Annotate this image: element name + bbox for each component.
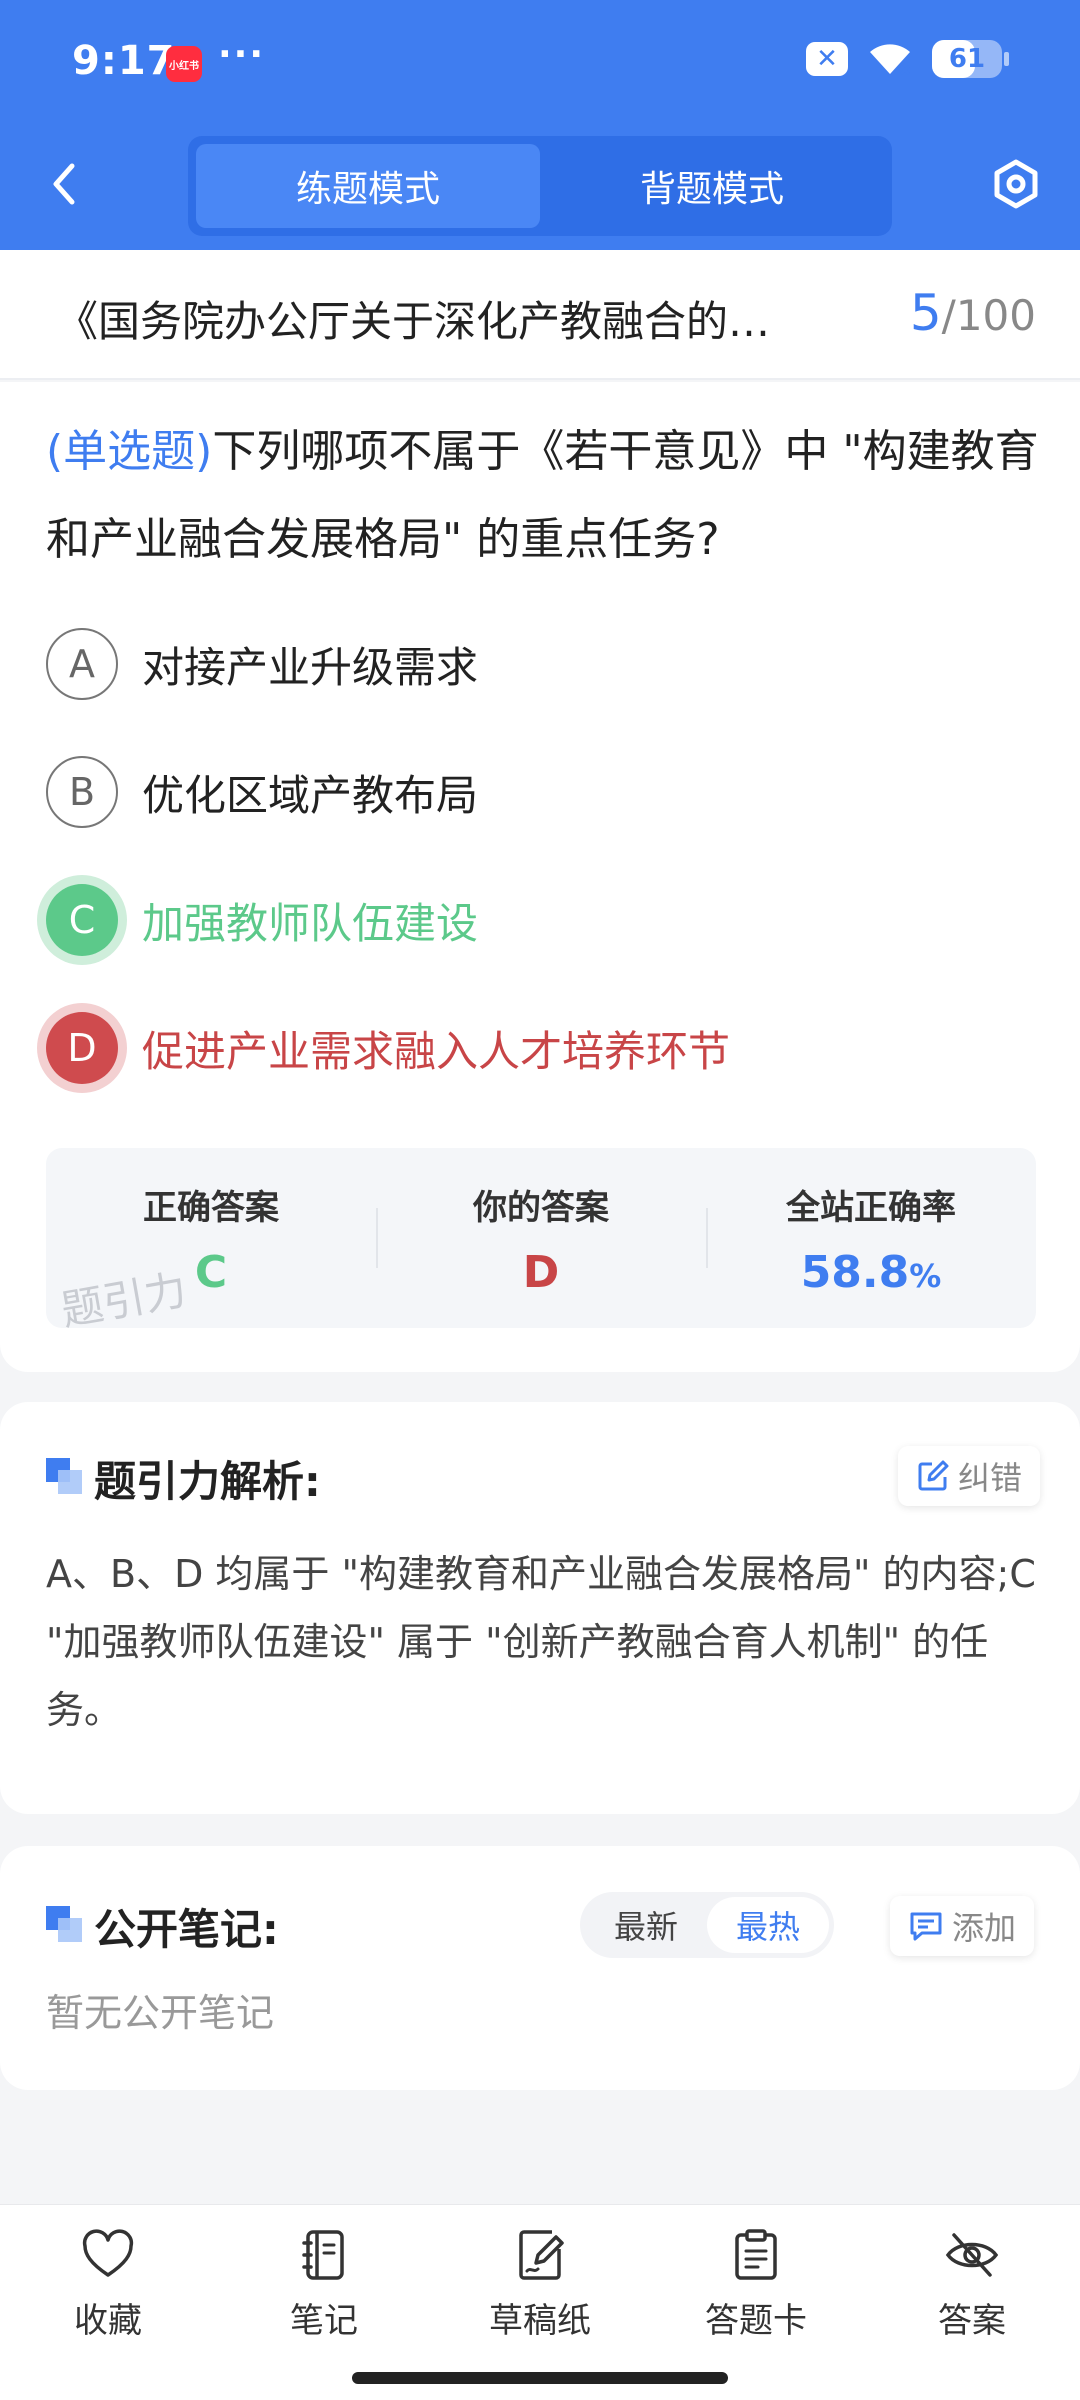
sim-off-icon: ✕: [806, 42, 848, 76]
option-letter: A: [46, 628, 118, 700]
your-answer-value: D: [522, 1247, 560, 1298]
show-answer-label: 答案: [938, 2301, 1006, 2341]
show-answer-button[interactable]: 答案: [864, 2205, 1080, 2400]
notes-title: 公开笔记:: [94, 1905, 279, 1954]
battery-icon: 61: [932, 40, 1009, 78]
comment-icon: [910, 1912, 942, 1941]
chevron-left-icon: [53, 163, 75, 205]
heart-icon: [82, 2229, 134, 2277]
draft-paper-button[interactable]: 草稿纸: [432, 2205, 648, 2400]
option-a[interactable]: A 对接产业升级需求: [46, 626, 1036, 702]
home-indicator[interactable]: [352, 2372, 728, 2384]
accuracy-col: 全站正确率 58.8%: [706, 1148, 1036, 1328]
notes-label: 笔记: [290, 2301, 358, 2341]
question-counter[interactable]: 5/100: [910, 284, 1036, 342]
section-square-icon: [46, 1458, 82, 1494]
current-question-number: 5: [909, 284, 942, 342]
result-summary: 正确答案 C 你的答案 D 全站正确率 58.8%: [46, 1148, 1036, 1328]
status-icons: ✕ 61: [806, 40, 1009, 78]
question-text: (单选题)下列哪项不属于《若干意见》中 "构建教育和产业融合发展格局" 的重点任…: [46, 408, 1041, 584]
answer-card-label: 答题卡: [705, 2301, 807, 2341]
add-note-label: 添加: [952, 1909, 1017, 1947]
option-text: 促进产业需求融入人才培养环节: [142, 1026, 731, 1076]
analysis-title: 题引力解析:: [94, 1457, 321, 1506]
empty-notes-text: 暂无公开笔记: [46, 1991, 275, 2035]
option-c[interactable]: C 加强教师队伍建设: [46, 882, 1036, 958]
option-letter: B: [46, 756, 118, 828]
answer-card-icon: [735, 2229, 777, 2280]
public-notes-card: 公开笔记: 最新 最热 添加 暂无公开笔记: [0, 1846, 1080, 2090]
battery-level: 61: [948, 44, 986, 74]
wifi-icon: [870, 44, 911, 76]
edit-icon: [918, 1460, 949, 1491]
correct-answer-value: C: [194, 1247, 228, 1298]
settings-button[interactable]: [990, 158, 1042, 210]
tab-memorize-mode[interactable]: 背题模式: [540, 144, 884, 228]
add-note-button[interactable]: 添加: [890, 1896, 1035, 1956]
analysis-text: A、B、D 均属于 "构建教育和产业融合发展格局" 的内容;C "加强教师队伍建…: [46, 1552, 1036, 1732]
eye-off-icon: [945, 2233, 999, 2277]
correct-answer-label: 正确答案: [143, 1188, 279, 1228]
status-more-icon: ···: [218, 34, 266, 75]
option-text: 优化区域产教布局: [142, 770, 479, 820]
report-error-label: 纠错: [958, 1459, 1023, 1497]
notes-sort-toggle: 最新 最热: [580, 1892, 834, 1958]
back-button[interactable]: [44, 158, 84, 210]
section-square-icon: [46, 1906, 82, 1942]
draft-paper-icon: [519, 2230, 564, 2280]
draft-paper-label: 草稿纸: [489, 2301, 591, 2341]
sort-latest-tab[interactable]: 最新: [585, 1897, 707, 1953]
question-type: (单选题): [46, 426, 213, 477]
document-title: 《国务院办公厅关于深化产教融合的…: [56, 297, 771, 346]
accuracy-number: 58.8: [800, 1247, 910, 1298]
notes-button[interactable]: 笔记: [216, 2205, 432, 2400]
option-text: 加强教师队伍建设: [142, 898, 479, 948]
document-title-row: 《国务院办公厅关于深化产教融合的… 5/100: [0, 250, 1080, 380]
option-letter: C: [46, 884, 118, 956]
accuracy-unit: %: [909, 1257, 942, 1295]
status-time: 9:17: [72, 38, 176, 84]
report-error-button[interactable]: 纠错: [898, 1446, 1041, 1506]
sort-hot-tab[interactable]: 最热: [707, 1897, 829, 1953]
total-question-number: 100: [955, 291, 1036, 340]
option-letter: D: [46, 1012, 118, 1084]
app-header: 9:17 小红书 ··· ✕ 61 练题模式 背题模式: [0, 0, 1080, 250]
answer-card-button[interactable]: 答题卡: [648, 2205, 864, 2400]
notebook-icon: [302, 2230, 344, 2280]
question-card: (单选题)下列哪项不属于《若干意见》中 "构建教育和产业融合发展格局" 的重点任…: [0, 382, 1080, 1372]
accuracy-value: 58.8%: [801, 1247, 942, 1298]
accuracy-label: 全站正确率: [786, 1188, 956, 1228]
option-b[interactable]: B 优化区域产教布局: [46, 754, 1036, 830]
favorite-button[interactable]: 收藏: [0, 2205, 216, 2400]
mode-switch: 练题模式 背题模式: [188, 136, 892, 236]
option-d[interactable]: D 促进产业需求融入人才培养环节: [46, 1010, 1036, 1086]
counter-separator: /: [941, 291, 956, 340]
tab-practice-mode[interactable]: 练题模式: [196, 144, 540, 228]
your-answer-label: 你的答案: [473, 1188, 609, 1228]
bottom-toolbar: 收藏 笔记 草稿纸 答题卡 答案: [0, 2204, 1080, 2400]
your-answer-col: 你的答案 D: [376, 1148, 706, 1328]
app-notification-badge: 小红书: [166, 46, 202, 82]
favorite-label: 收藏: [74, 2301, 142, 2341]
analysis-card: 题引力解析: 纠错 A、B、D 均属于 "构建教育和产业融合发展格局" 的内容;…: [0, 1402, 1080, 1814]
hexagon-settings-icon: [994, 159, 1038, 209]
option-text: 对接产业升级需求: [142, 642, 479, 692]
